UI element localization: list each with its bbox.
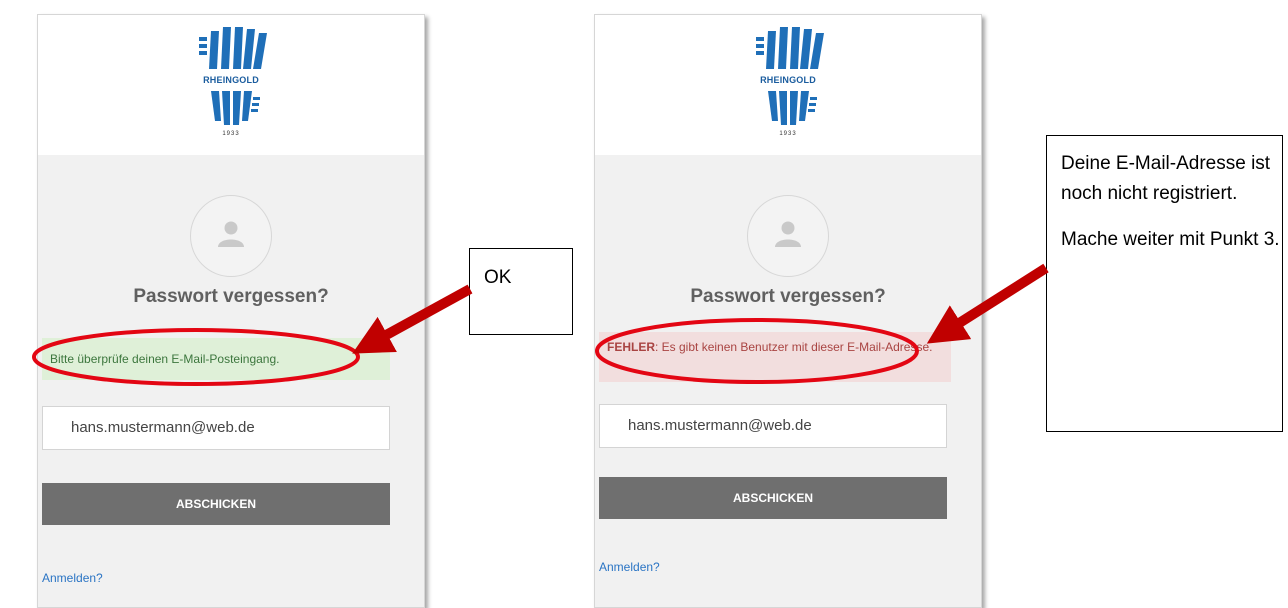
highlight-ellipse-error xyxy=(595,318,919,384)
arrow-ok xyxy=(352,284,473,354)
annotation-overlay xyxy=(32,263,1049,386)
arrow-error xyxy=(926,263,1049,344)
highlight-ellipse-success xyxy=(32,328,360,386)
